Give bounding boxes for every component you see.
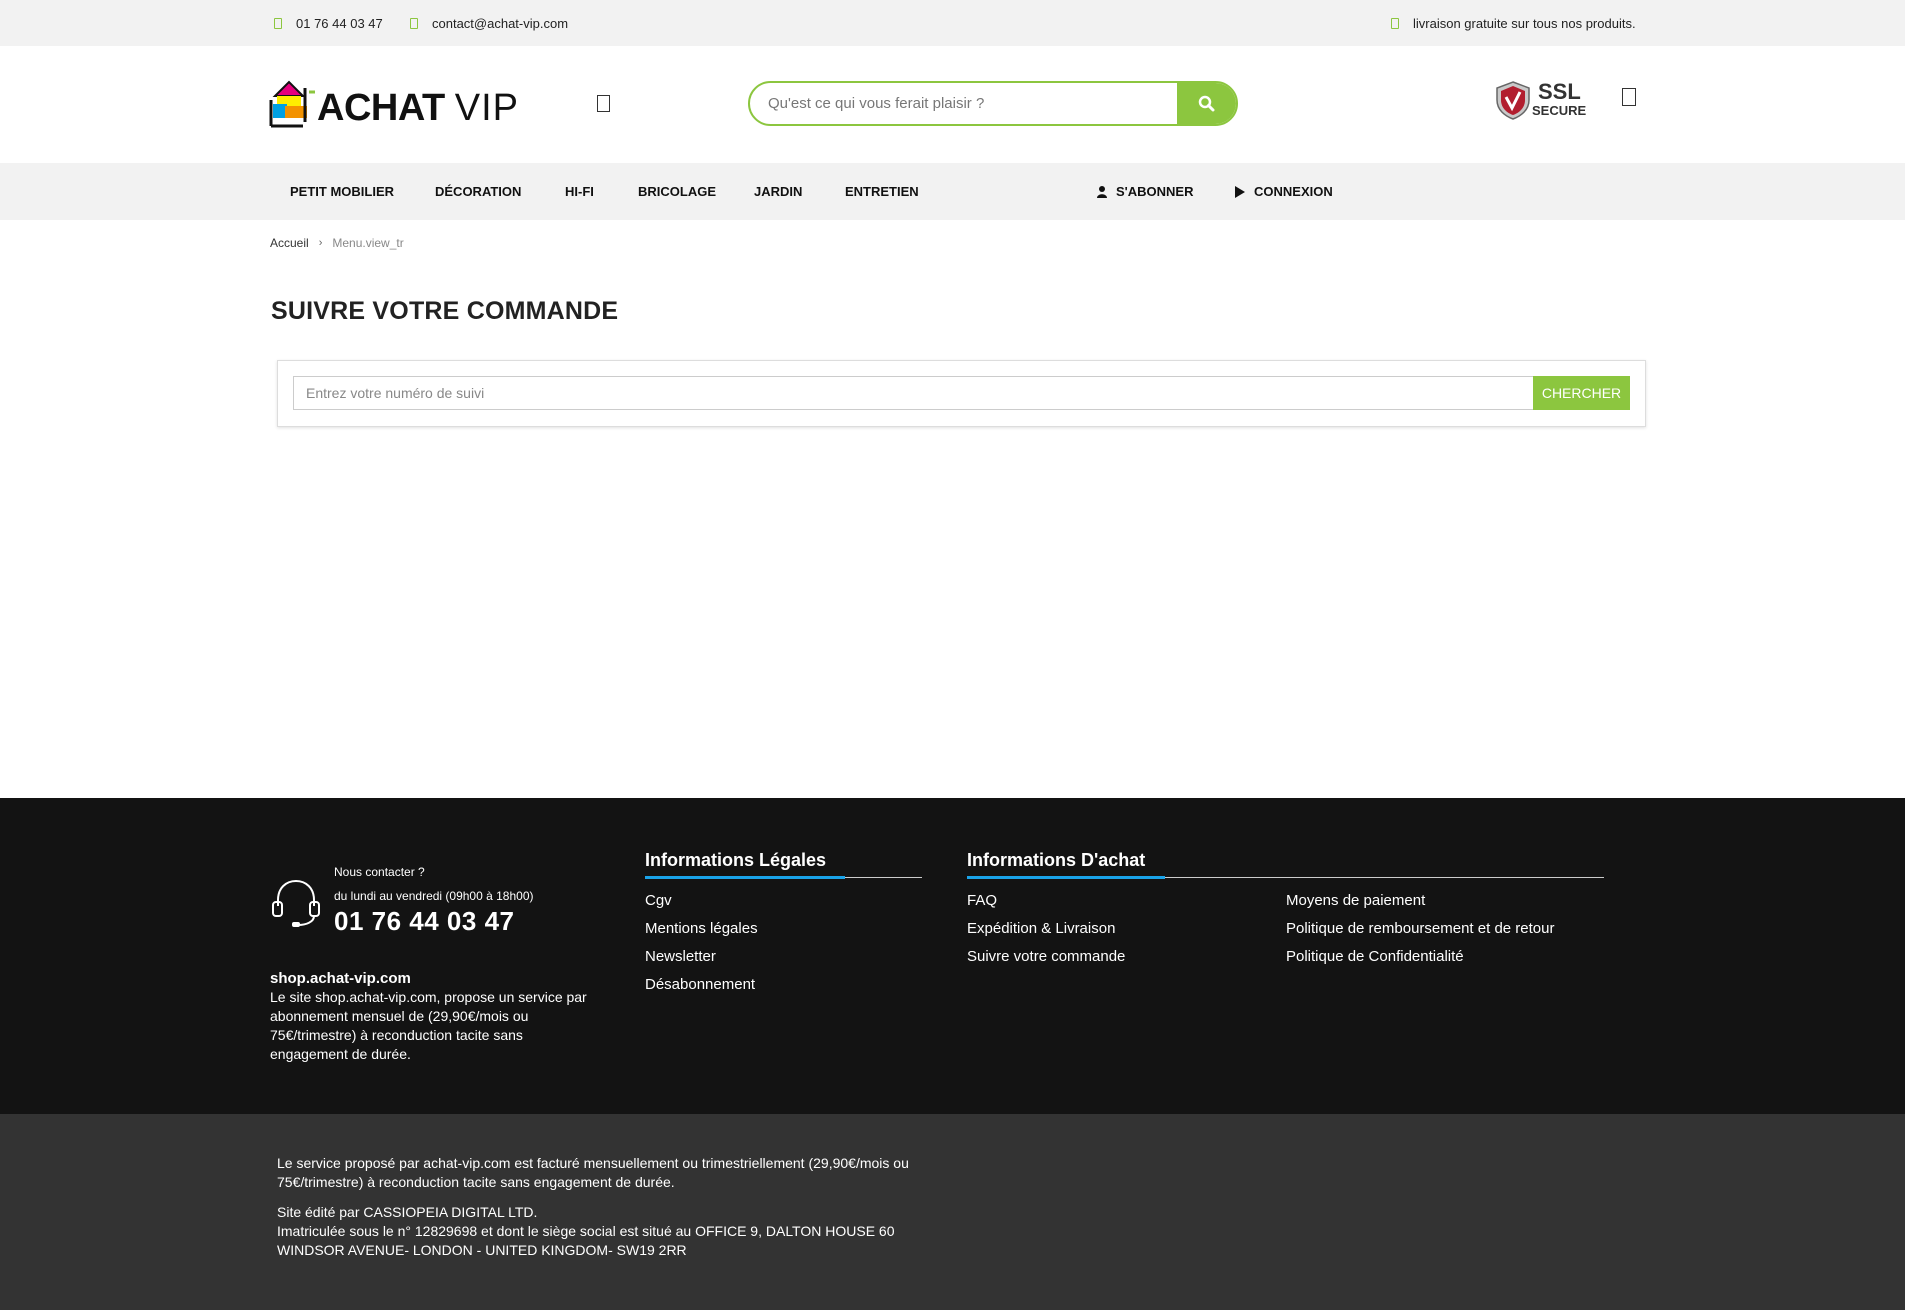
search-icon — [1198, 95, 1215, 112]
logo-main: ACHAT — [317, 87, 445, 129]
phone-icon — [274, 17, 282, 29]
subscribe-link[interactable]: S'ABONNER — [1097, 163, 1194, 220]
purchase-info-title: Informations D'achat — [967, 850, 1146, 870]
legal-links: Cgv Mentions légales Newsletter Désabonn… — [645, 891, 758, 1003]
headset-icon — [272, 879, 320, 927]
main-nav: PETIT MOBILIER DÉCORATION HI-FI BRICOLAG… — [0, 163, 1905, 220]
contact-question: Nous contacter ? — [334, 865, 425, 879]
publisher-notice: Site édité par CASSIOPEIA DIGITAL LTD. — [277, 1204, 538, 1220]
purchase-info-accent — [967, 876, 1165, 879]
nav-item-bricolage[interactable]: BRICOLAGE — [638, 163, 716, 220]
search-button[interactable] — [1177, 83, 1236, 124]
topbar-shipping: livraison gratuite sur tous nos produits… — [1391, 0, 1636, 46]
site-logo[interactable]: ACHAT VIP — [269, 78, 518, 132]
breadcrumb-current: Menu.view_tr — [332, 236, 404, 250]
logo-accent: VIP — [454, 87, 519, 129]
registration-notice: Imatriculée sous le n° 12829698 et dont … — [277, 1223, 895, 1258]
truck-icon — [1391, 17, 1399, 29]
billing-notice: Le service proposé par achat-vip.com est… — [277, 1155, 909, 1190]
search-input[interactable] — [750, 83, 1178, 124]
user-icon — [1097, 185, 1107, 198]
sub-footer: Le service proposé par achat-vip.com est… — [0, 1114, 1905, 1310]
footer-link-faq[interactable]: FAQ — [967, 891, 1125, 919]
tracking-form: CHERCHER — [277, 360, 1646, 427]
play-icon — [1235, 185, 1245, 198]
legal-info-title: Informations Légales — [645, 850, 827, 870]
shop-name: shop.achat-vip.com — [270, 970, 411, 987]
tracking-search-button[interactable]: CHERCHER — [1533, 376, 1630, 410]
chevron-right-icon: › — [318, 237, 323, 249]
site-header: ACHAT VIP SSL SECURE — [0, 46, 1905, 163]
footer-link-mentions-legales[interactable]: Mentions légales — [645, 919, 758, 947]
menu-icon[interactable] — [597, 95, 610, 112]
login-label: CONNEXION — [1254, 184, 1333, 199]
nav-item-entretien[interactable]: ENTRETIEN — [845, 163, 919, 220]
footer-link-newsletter[interactable]: Newsletter — [645, 947, 758, 975]
topbar-phone-text: 01 76 44 03 47 — [296, 15, 383, 31]
logo-wordmark: ACHAT VIP — [317, 87, 519, 130]
footer-link-confidentialite[interactable]: Politique de Confidentialité — [1286, 947, 1554, 975]
topbar-email[interactable]: contact@achat-vip.com — [410, 0, 568, 46]
contact-hours: du lundi au vendredi (09h00 à 18h00) — [334, 889, 534, 903]
footer-link-cgv[interactable]: Cgv — [645, 891, 758, 919]
page-title: SUIVRE VOTRE COMMANDE — [271, 297, 619, 325]
nav-item-jardin[interactable]: JARDIN — [754, 163, 802, 220]
ssl-secure-label: SECURE — [1532, 103, 1587, 118]
nav-item-decoration[interactable]: DÉCORATION — [435, 163, 521, 220]
nav-item-petit-mobilier[interactable]: PETIT MOBILIER — [290, 163, 394, 220]
top-bar: 01 76 44 03 47 contact@achat-vip.com liv… — [0, 0, 1905, 46]
breadcrumb: Accueil › Menu.view_tr — [270, 236, 404, 250]
subscribe-label: S'ABONNER — [1116, 184, 1194, 199]
cart-icon[interactable] — [1622, 88, 1636, 106]
footer-link-expedition[interactable]: Expédition & Livraison — [967, 919, 1125, 947]
login-link[interactable]: CONNEXION — [1235, 163, 1333, 220]
ssl-label: SSL — [1538, 79, 1581, 104]
search-bar — [748, 81, 1238, 126]
topbar-shipping-text: livraison gratuite sur tous nos produits… — [1413, 15, 1636, 31]
site-footer: Nous contacter ? du lundi au vendredi (0… — [0, 798, 1905, 1114]
mail-icon — [410, 17, 418, 29]
ssl-secure-badge: SSL SECURE — [1494, 80, 1589, 120]
footer-link-moyens-paiement[interactable]: Moyens de paiement — [1286, 891, 1554, 919]
purchase-links-col1: FAQ Expédition & Livraison Suivre votre … — [967, 891, 1125, 975]
shop-description: Le site shop.achat-vip.com, propose un s… — [270, 989, 587, 1062]
topbar-phone[interactable]: 01 76 44 03 47 — [274, 0, 383, 46]
footer-link-suivre-commande[interactable]: Suivre votre commande — [967, 947, 1125, 975]
topbar-email-text: contact@achat-vip.com — [432, 15, 569, 31]
legal-info-accent — [645, 876, 845, 879]
footer-link-remboursement[interactable]: Politique de remboursement et de retour — [1286, 919, 1554, 947]
tracking-number-input[interactable] — [293, 376, 1551, 410]
contact-phone[interactable]: 01 76 44 03 47 — [334, 906, 515, 937]
breadcrumb-home[interactable]: Accueil — [270, 236, 309, 250]
nav-item-hi-fi[interactable]: HI-FI — [565, 163, 594, 220]
footer-link-desabonnement[interactable]: Désabonnement — [645, 975, 758, 1003]
shield-icon — [1496, 81, 1530, 120]
purchase-links-col2: Moyens de paiement Politique de rembours… — [1286, 891, 1554, 975]
